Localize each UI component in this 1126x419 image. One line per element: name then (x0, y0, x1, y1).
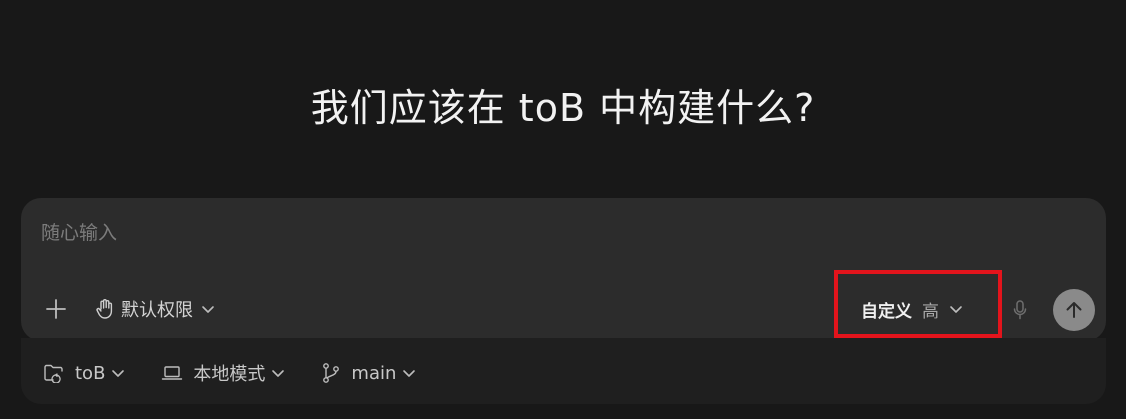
add-attachment-button[interactable] (43, 296, 69, 322)
chevron-down-icon (949, 304, 963, 314)
folder-icon (43, 363, 65, 383)
plus-icon (45, 298, 67, 320)
branch-selector[interactable]: main (321, 362, 416, 384)
chevron-down-icon (271, 368, 285, 378)
project-label: toB (75, 362, 106, 384)
chevron-down-icon (402, 368, 416, 378)
permission-selector[interactable]: 默认权限 (95, 293, 215, 325)
chevron-down-icon (201, 304, 215, 314)
chevron-down-icon (111, 368, 125, 378)
git-branch-icon (321, 362, 341, 384)
model-level: 高 (922, 301, 939, 322)
model-name: 自定义 (861, 301, 912, 322)
prompt-composer: 默认权限 自定义 高 (21, 198, 1106, 341)
laptop-icon (161, 364, 183, 382)
project-selector[interactable]: toB (43, 363, 125, 384)
microphone-icon (1012, 299, 1028, 321)
mode-label: 本地模式 (193, 364, 266, 385)
composer-footer: toB 本地模式 main (21, 338, 1106, 404)
prompt-input[interactable] (39, 212, 1083, 254)
hand-icon (95, 298, 115, 320)
branch-label: main (351, 362, 397, 384)
voice-input-button[interactable] (1007, 297, 1033, 323)
send-button[interactable] (1053, 289, 1095, 331)
footer-toolbar: toB 本地模式 main (43, 358, 452, 388)
mode-selector[interactable]: 本地模式 (161, 360, 285, 386)
model-selector[interactable]: 自定义 高 (861, 294, 963, 324)
permission-label: 默认权限 (121, 300, 193, 321)
composer-toolbar-left: 默认权限 (43, 290, 215, 328)
page-title: 我们应该在 toB 中构建什么? (310, 86, 816, 130)
arrow-up-icon (1063, 299, 1085, 321)
